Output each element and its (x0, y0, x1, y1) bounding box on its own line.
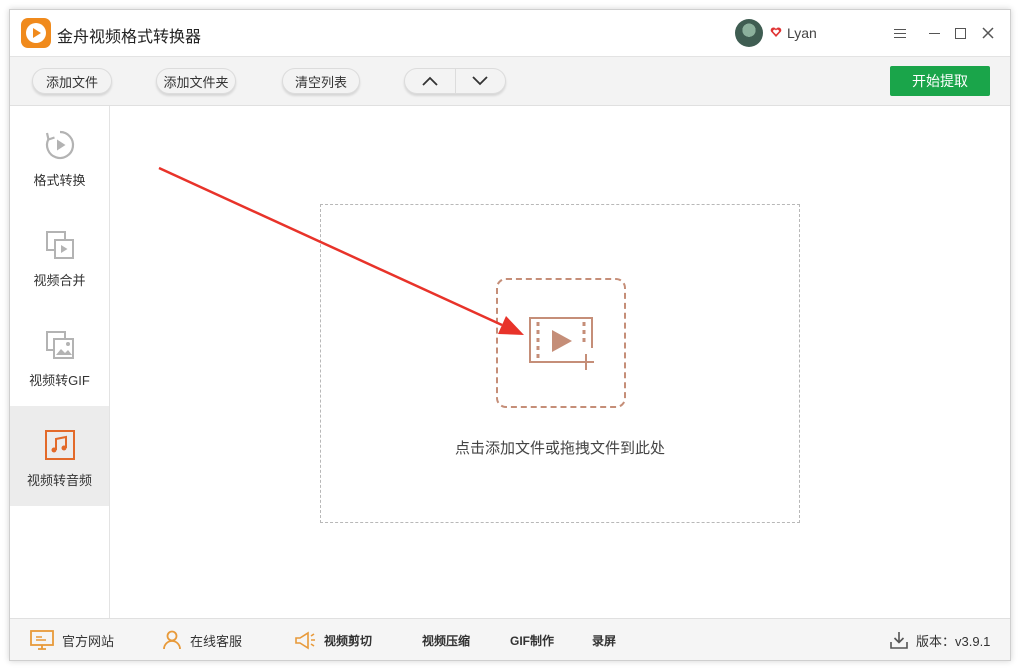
video-cut-label: 视频剪切 (324, 633, 373, 648)
user-icon (162, 630, 182, 650)
monitor-icon (30, 630, 54, 650)
video-compress-link[interactable]: 视频压缩 (422, 619, 470, 661)
online-support-label: 在线客服 (190, 633, 243, 649)
download-icon (890, 631, 908, 649)
online-support-link[interactable]: 在线客服 (162, 619, 242, 661)
official-website-link[interactable]: 官方网站 (30, 619, 114, 661)
video-cut-link[interactable]: 视频剪切 (294, 619, 372, 661)
version-label: 版本：v3.9.1 (916, 633, 991, 649)
version-info: 版本：v3.9.1 (890, 619, 990, 661)
app-window: 金舟视频格式转换器 Lyan 添加文件 添加文件夹 清空列表 开始提取 格式转换… (9, 9, 1011, 661)
official-website-label: 官方网站 (62, 633, 115, 649)
annotation-arrow (158, 166, 524, 335)
screen-record-link[interactable]: 录屏 (592, 619, 616, 661)
footer-bar: 官方网站 在线客服 视频剪切 视频压缩 GIF制作 录屏 版本：v3.9.1 (10, 618, 1010, 660)
gif-make-link[interactable]: GIF制作 (510, 619, 554, 661)
megaphone-icon (294, 630, 316, 650)
